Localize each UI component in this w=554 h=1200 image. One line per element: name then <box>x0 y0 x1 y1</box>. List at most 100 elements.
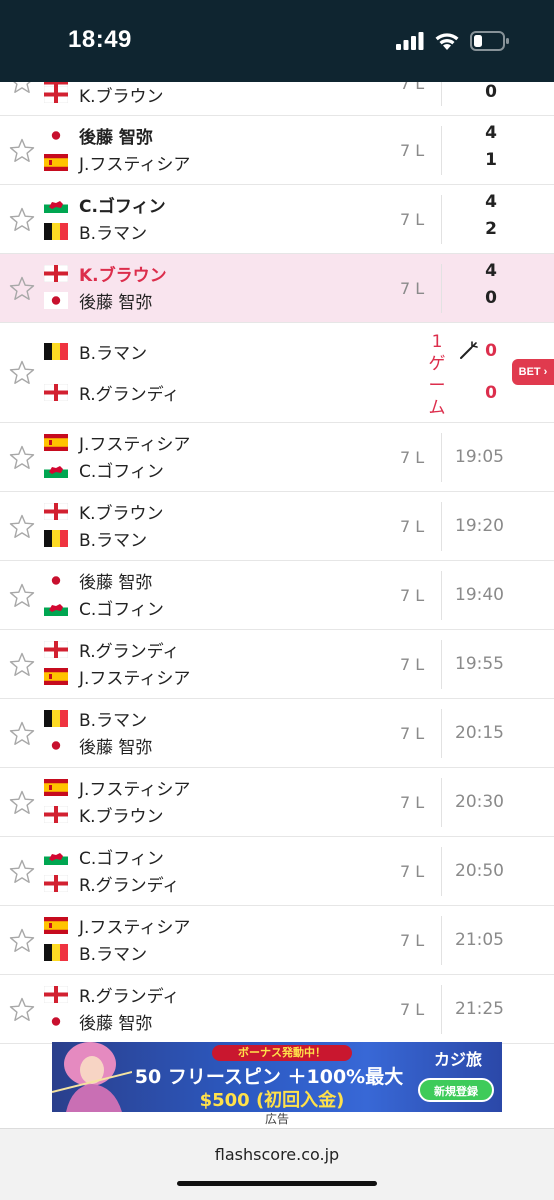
live-status-char: 1 <box>431 332 443 352</box>
flag-wal-icon <box>44 195 68 213</box>
cellular-signal-icon <box>396 32 424 50</box>
score-1: 4 <box>485 123 497 143</box>
laps-label: 7 L <box>400 861 425 881</box>
player-1: R.グランディ <box>44 637 180 662</box>
column-divider <box>441 264 442 313</box>
match-row[interactable]: K.ブラウン B.ラマン 7 L 19:20 <box>0 492 554 561</box>
player-name: K.ブラウン <box>79 265 167 286</box>
player-name: C.ゴフィン <box>79 599 164 620</box>
player-1: K.ブラウン <box>44 499 164 524</box>
address-bar-url[interactable]: flashscore.co.jp <box>0 1145 554 1164</box>
player-name: B.ラマン <box>79 343 148 364</box>
column-divider <box>441 847 442 896</box>
flag-eng-icon <box>44 874 68 892</box>
laps-label: 7 L <box>400 278 425 298</box>
favorite-star-icon[interactable] <box>8 789 36 817</box>
start-time: 20:50 <box>455 860 504 881</box>
match-row[interactable]: R.グランディ J.フスティシア 7 L 19:55 <box>0 630 554 699</box>
player-2: R.グランディ <box>44 871 180 896</box>
home-indicator[interactable] <box>177 1181 377 1186</box>
player-2: C.ゴフィン <box>44 457 164 482</box>
flag-wal-icon <box>44 460 68 478</box>
start-time: 19:05 <box>455 446 504 467</box>
favorite-star-icon[interactable] <box>8 996 36 1024</box>
favorite-star-icon[interactable] <box>8 651 36 679</box>
match-list: K.ブラウン 7 L 0 後藤 智弥 J.フスティシア 7 L 4 1 C.ゴフィン B.ラマン 7… <box>0 82 554 1044</box>
flag-eng-icon <box>44 502 68 520</box>
column-divider <box>441 126 442 175</box>
match-row[interactable]: K.ブラウン 7 L 0 <box>0 82 554 116</box>
favorite-star-icon[interactable] <box>8 513 36 541</box>
favorite-star-icon[interactable] <box>8 582 36 610</box>
score-1: 4 <box>485 261 497 281</box>
live-status-char: ゲ <box>428 354 446 374</box>
column-divider <box>441 640 442 689</box>
ad-banner[interactable]: ボーナス発動中！ 50 フリースピン ＋100%最大 $500 (初回入金) カ… <box>52 1042 502 1112</box>
match-row[interactable]: R.グランディ 後藤 智弥 7 L 21:25 <box>0 975 554 1044</box>
player-name: B.ラマン <box>79 710 148 731</box>
laps-label: 7 L <box>400 930 425 950</box>
match-row[interactable]: B.ラマン R.グランディ 1 ゲーム 0 0 BET › <box>0 323 554 423</box>
player-name: J.フスティシア <box>79 917 191 938</box>
favorite-star-icon[interactable] <box>8 927 36 955</box>
favorite-star-icon[interactable] <box>8 858 36 886</box>
flag-eng-icon <box>44 264 68 282</box>
match-row[interactable]: 後藤 智弥 J.フスティシア 7 L 4 1 <box>0 116 554 185</box>
player-name: 後藤 智弥 <box>79 127 153 148</box>
match-row[interactable]: J.フスティシア K.ブラウン 7 L 20:30 <box>0 768 554 837</box>
player-1: C.ゴフィン <box>44 192 166 217</box>
laps-label: 7 L <box>400 792 425 812</box>
favorite-star-icon[interactable] <box>8 359 36 387</box>
player-name: R.グランディ <box>79 641 180 662</box>
column-divider <box>441 502 442 551</box>
player-name: B.ラマン <box>79 944 148 965</box>
column-divider <box>441 916 442 965</box>
player-name: J.フスティシア <box>79 154 191 175</box>
ad-main-text: 50 フリースピン ＋100%最大 <box>134 1066 404 1088</box>
favorite-star-icon[interactable] <box>8 275 36 303</box>
match-row[interactable]: C.ゴフィン R.グランディ 7 L 20:50 <box>0 837 554 906</box>
player-name: C.ゴフィン <box>79 848 164 869</box>
match-row[interactable]: J.フスティシア C.ゴフィン 7 L 19:05 <box>0 423 554 492</box>
favorite-star-icon[interactable] <box>8 444 36 472</box>
match-row[interactable]: K.ブラウン 後藤 智弥 7 L 4 0 <box>0 254 554 323</box>
player-1: K.ブラウン <box>44 261 167 286</box>
player-name: 後藤 智弥 <box>79 292 153 313</box>
favorite-star-icon[interactable] <box>8 82 36 96</box>
favorite-star-icon[interactable] <box>8 137 36 165</box>
flag-esp-icon <box>44 916 68 934</box>
favorite-star-icon[interactable] <box>8 720 36 748</box>
live-status-char: ム <box>428 398 446 418</box>
player-name: B.ラマン <box>79 530 148 551</box>
favorite-star-icon[interactable] <box>8 206 36 234</box>
flag-wal-icon <box>44 847 68 865</box>
ad-register-button[interactable]: 新規登録 <box>418 1078 494 1102</box>
match-row[interactable]: 後藤 智弥 C.ゴフィン 7 L 19:40 <box>0 561 554 630</box>
player-name: R.グランディ <box>79 875 180 896</box>
flag-eng-icon <box>44 383 68 401</box>
score-2: 2 <box>485 219 497 239</box>
status-time: 18:49 <box>68 26 132 53</box>
score-1: 4 <box>485 192 497 212</box>
flag-bel-icon <box>44 709 68 727</box>
player-name: 後藤 智弥 <box>79 572 153 593</box>
flag-bel-icon <box>44 342 68 360</box>
flag-esp-icon <box>44 153 68 171</box>
flag-esp-icon <box>44 667 68 685</box>
player-2: C.ゴフィン <box>44 595 164 620</box>
start-time: 19:55 <box>455 653 504 674</box>
column-divider <box>441 709 442 758</box>
status-bar: 18:49 <box>0 0 554 82</box>
live-status: 1ゲーム <box>424 331 450 419</box>
player-2: J.フスティシア <box>44 664 190 689</box>
flag-jpn-icon <box>44 291 68 309</box>
player-2: B.ラマン <box>44 940 148 965</box>
laps-label: 7 L <box>400 516 425 536</box>
bet-button[interactable]: BET › <box>512 359 554 385</box>
match-row[interactable]: J.フスティシア B.ラマン 7 L 21:05 <box>0 906 554 975</box>
match-row[interactable]: C.ゴフィン B.ラマン 7 L 4 2 <box>0 185 554 254</box>
column-divider <box>441 985 442 1034</box>
start-time: 19:20 <box>455 515 504 536</box>
player-1: J.フスティシア <box>44 913 191 938</box>
match-row[interactable]: B.ラマン 後藤 智弥 7 L 20:15 <box>0 699 554 768</box>
